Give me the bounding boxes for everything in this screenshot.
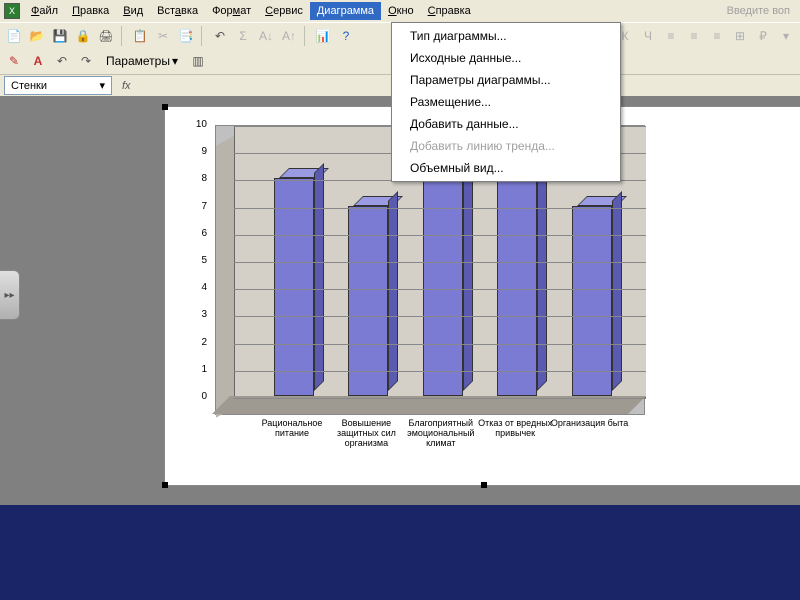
y-tick-label: 8: [177, 173, 207, 184]
y-tick-label: 2: [177, 337, 207, 348]
gridline: [234, 316, 646, 317]
menu-chart[interactable]: Диаграмма: [310, 2, 381, 20]
y-tick-label: 0: [177, 391, 207, 402]
help-icon[interactable]: ?: [336, 26, 356, 46]
y-tick-label: 5: [177, 255, 207, 266]
align-left-icon: ≡: [661, 26, 681, 46]
parameters-button[interactable]: Параметры▾: [100, 52, 184, 70]
align-right-icon: ≡: [707, 26, 727, 46]
gridline: [234, 371, 646, 372]
gridline: [234, 398, 646, 399]
y-tick-label: 6: [177, 228, 207, 239]
undo2-icon[interactable]: ↶: [52, 51, 72, 71]
chart-wizard-icon[interactable]: 📊: [313, 26, 333, 46]
x-tick-label: Благоприятный эмоциональный климат: [402, 419, 480, 449]
new-icon[interactable]: 📄: [4, 26, 24, 46]
x-tick-label: Организация быта: [551, 419, 629, 429]
underline-button: Ч: [638, 26, 658, 46]
undo-icon[interactable]: ↶: [210, 26, 230, 46]
sum-icon: Σ: [233, 26, 253, 46]
dropdown-item[interactable]: Тип диаграммы...: [392, 25, 620, 47]
task-pane-tab[interactable]: ▸▸: [0, 270, 20, 320]
chart-side-wall: [216, 136, 234, 418]
gridline: [234, 289, 646, 290]
y-tick-label: 3: [177, 309, 207, 320]
menubar: X Файл Правка Вид Вставка Формат Сервис …: [0, 0, 800, 22]
bar[interactable]: [274, 178, 314, 396]
menu-edit[interactable]: Правка: [65, 2, 116, 20]
selection-handle[interactable]: [162, 104, 168, 110]
x-tick-label: Рациональное питание: [253, 419, 331, 439]
paste-icon[interactable]: 📋: [130, 26, 150, 46]
selection-handle[interactable]: [481, 482, 487, 488]
ask-a-question[interactable]: Введите воп: [727, 5, 796, 17]
currency-icon: ₽: [753, 26, 773, 46]
dropdown-item[interactable]: Исходные данные...: [392, 47, 620, 69]
x-tick-label: Отказ от вредных привычек: [476, 419, 554, 439]
dropdown-item[interactable]: Объемный вид...: [392, 157, 620, 179]
open-icon[interactable]: 📂: [27, 26, 47, 46]
menu-window[interactable]: Окно: [381, 2, 421, 20]
more-icon: ▾: [776, 26, 796, 46]
merge-icon: ⊞: [730, 26, 750, 46]
y-tick-label: 10: [177, 119, 207, 130]
y-tick-label: 7: [177, 201, 207, 212]
y-tick-label: 4: [177, 282, 207, 293]
dropdown-item[interactable]: Добавить данные...: [392, 113, 620, 135]
menu-file[interactable]: Файл: [24, 2, 65, 20]
dropdown-item[interactable]: Размещение...: [392, 91, 620, 113]
chevron-down-icon: ▾: [172, 54, 178, 68]
y-tick-label: 1: [177, 364, 207, 375]
align-center-icon: ≡: [684, 26, 704, 46]
redo2-icon[interactable]: ↷: [76, 51, 96, 71]
save-icon[interactable]: 💾: [50, 26, 70, 46]
menu-tools[interactable]: Сервис: [258, 2, 310, 20]
gridline: [234, 262, 646, 263]
x-tick-label: Вовышение защитных сил организма: [327, 419, 405, 449]
copy-icon: 📑: [176, 26, 196, 46]
cut-icon: ✂: [153, 26, 173, 46]
gridline: [234, 344, 646, 345]
gridline: [234, 235, 646, 236]
font-color-icon[interactable]: A: [28, 51, 48, 71]
menu-format[interactable]: Формат: [205, 2, 258, 20]
chart-menu-dropdown[interactable]: Тип диаграммы...Исходные данные...Параме…: [391, 22, 621, 182]
sort-desc-icon: A↑: [279, 26, 299, 46]
print-icon[interactable]: 🖨: [96, 26, 116, 46]
menu-insert[interactable]: Вставка: [150, 2, 205, 20]
app-icon: X: [4, 3, 20, 19]
name-box[interactable]: Стенки▾: [4, 76, 112, 95]
format-object-icon[interactable]: ✎: [4, 51, 24, 71]
dropdown-item[interactable]: Параметры диаграммы...: [392, 69, 620, 91]
chevron-down-icon[interactable]: ▾: [99, 79, 105, 92]
gridline: [234, 208, 646, 209]
by-row-icon[interactable]: ▥: [188, 51, 208, 71]
menu-help[interactable]: Справка: [421, 2, 478, 20]
selection-handle[interactable]: [162, 482, 168, 488]
permission-icon[interactable]: 🔒: [73, 26, 93, 46]
y-tick-label: 9: [177, 146, 207, 157]
fx-label[interactable]: fx: [122, 80, 131, 92]
dropdown-item: Добавить линию тренда...: [392, 135, 620, 157]
menu-view[interactable]: Вид: [116, 2, 150, 20]
sort-asc-icon: A↓: [256, 26, 276, 46]
